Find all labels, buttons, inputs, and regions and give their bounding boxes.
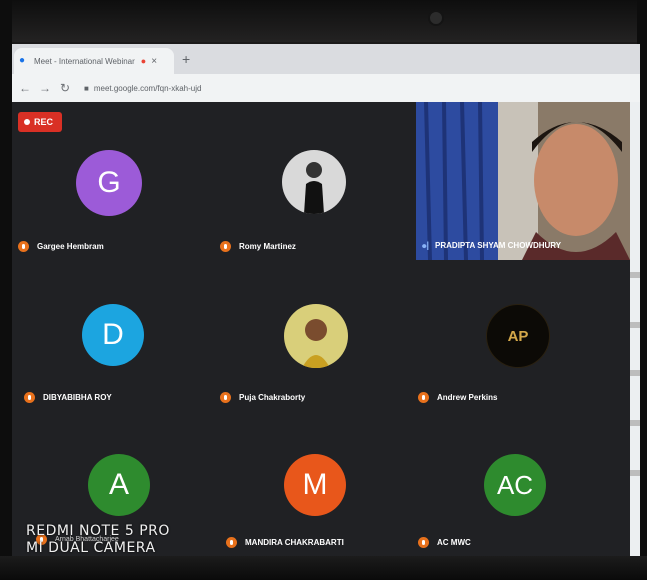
recording-badge: REC xyxy=(18,112,62,132)
side-panel-edge xyxy=(630,102,640,558)
participant-label: Gargee Hembram xyxy=(18,241,104,252)
monitor-bezel-bottom xyxy=(0,556,647,580)
lock-icon: ■ xyxy=(84,83,89,93)
forward-arrow-icon[interactable]: → xyxy=(38,81,52,95)
monitor-bezel-left xyxy=(0,0,12,580)
mic-off-icon xyxy=(24,392,35,403)
participant-label: ⦁| PRADIPTA SHYAM CHOWDHURY xyxy=(422,240,562,250)
avatar-romy xyxy=(282,150,346,214)
mic-off-icon xyxy=(226,537,237,548)
person-photo-icon xyxy=(282,150,346,214)
browser-tab[interactable]: ● Meet - International Webinar ● × xyxy=(14,48,174,74)
browser-tab-bar: ● Meet - International Webinar ● × + xyxy=(12,44,640,74)
speaking-icon: ⦁| xyxy=(422,240,430,250)
participant-label: DIBYABIBHA ROY xyxy=(24,392,112,403)
record-dot-icon xyxy=(24,119,30,125)
mic-off-icon xyxy=(220,392,231,403)
monitor-bezel-top xyxy=(0,0,647,42)
mic-off-icon xyxy=(220,241,231,252)
avatar-puja xyxy=(284,304,348,368)
camera-feed xyxy=(416,102,630,260)
camera-watermark-line2: MI DUAL CAMERA xyxy=(26,540,156,556)
address-bar: ← → ↻ ■ meet.google.com/fqn-xkah-ujd xyxy=(12,74,640,102)
avatar-mandira: M xyxy=(284,454,346,516)
tab-title: Meet - International Webinar xyxy=(34,56,135,66)
video-tile-pradipta: ⦁| PRADIPTA SHYAM CHOWDHURY xyxy=(416,102,630,260)
url-field[interactable]: ■ meet.google.com/fqn-xkah-ujd xyxy=(84,84,201,93)
mic-off-icon xyxy=(18,241,29,252)
meet-favicon-icon: ● xyxy=(19,55,26,66)
participant-label: Puja Chakraborty xyxy=(220,392,305,403)
url-text: meet.google.com/fqn-xkah-ujd xyxy=(93,83,202,93)
mic-off-icon xyxy=(418,537,429,548)
avatar-dibyabibha: D xyxy=(82,304,144,366)
meet-grid: REC G Gargee Hembram Romy Martinez ⦁| PR… xyxy=(12,102,630,558)
avatar-gargee: G xyxy=(76,150,142,216)
camera-watermark-line1: REDMI NOTE 5 PRO xyxy=(26,523,170,539)
reload-icon[interactable]: ↻ xyxy=(58,81,72,95)
recording-indicator-icon: ● xyxy=(140,56,147,66)
participant-label: Andrew Perkins xyxy=(418,392,497,403)
new-tab-button[interactable]: + xyxy=(182,51,190,67)
webcam-icon xyxy=(428,10,444,26)
mic-off-icon xyxy=(418,392,429,403)
back-arrow-icon[interactable]: ← xyxy=(18,81,32,95)
avatar-ac-mwc: AC xyxy=(484,454,546,516)
close-tab-icon[interactable]: × xyxy=(151,56,157,67)
participant-label: AC MWC xyxy=(418,537,471,548)
participant-label: MANDIRA CHAKRABARTI xyxy=(226,537,344,548)
avatar-andrew-logo: AP xyxy=(486,304,550,368)
participant-label: Romy Martinez xyxy=(220,241,296,252)
person-photo-icon xyxy=(284,304,348,368)
avatar-arnab: A xyxy=(88,454,150,516)
